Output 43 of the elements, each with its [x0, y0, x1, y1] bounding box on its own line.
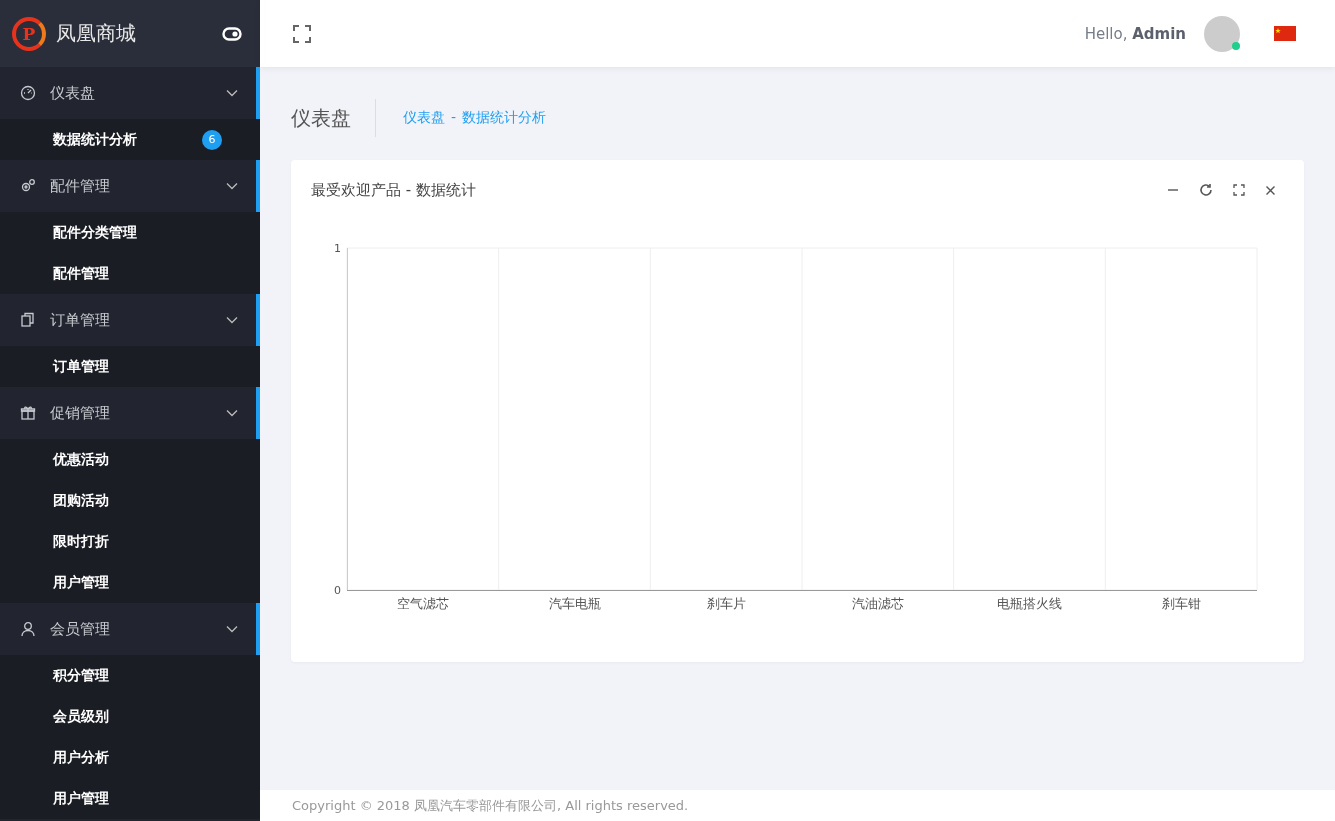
copy-icon	[20, 312, 36, 328]
fullscreen-icon[interactable]	[292, 23, 312, 44]
menu-item[interactable]: 用户分析	[0, 737, 260, 778]
axis-category-label: 空气滤芯	[396, 596, 449, 611]
menu-item[interactable]: 数据统计分析 6	[0, 119, 260, 160]
menu-item[interactable]: 用户管理	[0, 778, 260, 819]
menu-item[interactable]: 用户管理	[0, 562, 260, 603]
menu-item[interactable]: 配件管理	[0, 253, 260, 294]
menu-item[interactable]: 会员级别	[0, 696, 260, 737]
menu-item[interactable]: 优惠活动	[0, 439, 260, 480]
refresh-icon[interactable]	[1199, 183, 1213, 197]
chevron-icon	[226, 182, 238, 190]
greeting: Hello, Admin	[1084, 24, 1186, 43]
brand-name: 凤凰商城	[56, 20, 137, 47]
gauge-icon	[20, 85, 36, 101]
logo-icon: P	[12, 16, 46, 51]
menu-item[interactable]: 订单管理	[0, 346, 260, 387]
chevron-icon	[226, 409, 238, 417]
copyright-text: Copyright © 2018 凤凰汽车零部件有限公司, All rights reserved.	[292, 796, 689, 815]
user-icon	[20, 621, 36, 637]
axis-category-label: 汽车电瓶	[548, 596, 601, 611]
page-title: 仪表盘	[291, 99, 376, 137]
axis-category-label: 刹车钳	[1161, 596, 1201, 611]
axis-category-label: 刹车片	[706, 596, 746, 611]
toggle-icon[interactable]	[222, 26, 242, 41]
menu-item[interactable]: 配件分类管理	[0, 212, 260, 253]
close-icon[interactable]	[1265, 184, 1276, 196]
gift-icon	[20, 405, 36, 421]
chevron-icon	[226, 625, 238, 633]
menu-item[interactable]: 限时打折	[0, 521, 260, 562]
chevron-icon	[226, 316, 238, 324]
axis-category-label: 电瓶搭火线	[997, 596, 1062, 611]
breadcrumb-separator: -	[451, 109, 457, 127]
menu-item[interactable]: 积分管理	[0, 655, 260, 696]
card-title: 最受欢迎产品 - 数据统计	[311, 180, 477, 200]
menu-item[interactable]: 团购活动	[0, 480, 260, 521]
axis-category-label: 汽油滤芯	[851, 596, 904, 611]
gears-icon	[20, 178, 36, 194]
axis-tick-label: 1	[334, 242, 341, 255]
axis-tick-label: 0	[334, 584, 341, 597]
fullscreen-icon[interactable]	[1233, 184, 1245, 196]
chevron-icon	[226, 89, 238, 97]
count-badge: 6	[202, 129, 222, 150]
